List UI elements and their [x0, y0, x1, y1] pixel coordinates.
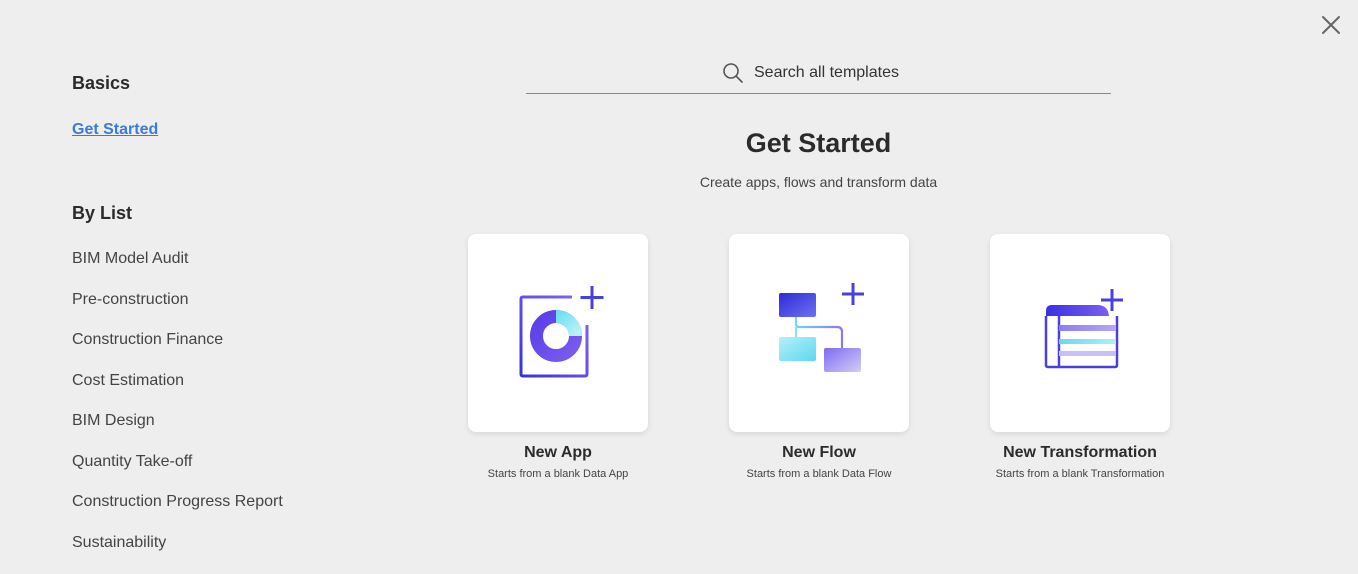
new-transformation-template: New Transformation Starts from a blank T…	[990, 234, 1170, 480]
card-description: Starts from a blank Transformation	[960, 468, 1200, 480]
new-flow-card[interactable]	[729, 234, 909, 432]
sidebar-item-sustainability[interactable]: Sustainability	[72, 534, 283, 574]
close-button[interactable]	[1318, 12, 1344, 38]
search-bar	[526, 56, 1111, 94]
transformation-icon	[1032, 285, 1128, 381]
card-description: Starts from a blank Data App	[438, 468, 678, 480]
new-transformation-card[interactable]	[990, 234, 1170, 432]
card-title: New Transformation	[990, 444, 1170, 462]
search-icon	[722, 62, 744, 89]
sidebar-item-bim-design[interactable]: BIM Design	[72, 412, 283, 453]
card-title: New App	[468, 444, 648, 462]
sidebar-item-pre-construction[interactable]: Pre-construction	[72, 291, 283, 332]
card-description: Starts from a blank Data Flow	[699, 468, 939, 480]
search-input[interactable]	[754, 61, 1094, 85]
new-app-template: New App Starts from a blank Data App	[468, 234, 648, 480]
template-category-list: BIM Model Audit Pre-construction Constru…	[72, 250, 283, 574]
sidebar-item-bim-model-audit[interactable]: BIM Model Audit	[72, 250, 283, 291]
data-flow-icon	[771, 283, 867, 383]
page-title: Get Started	[0, 128, 1358, 159]
by-list-heading: By List	[72, 203, 132, 224]
sidebar-item-construction-progress-report[interactable]: Construction Progress Report	[72, 493, 283, 534]
page-subtitle: Create apps, flows and transform data	[0, 174, 1358, 190]
new-app-card[interactable]	[468, 234, 648, 432]
sidebar-item-cost-estimation[interactable]: Cost Estimation	[72, 372, 283, 413]
sidebar-item-quantity-take-off[interactable]: Quantity Take-off	[72, 453, 283, 494]
new-flow-template: New Flow Starts from a blank Data Flow	[729, 234, 909, 480]
sidebar-item-construction-finance[interactable]: Construction Finance	[72, 331, 283, 372]
card-title: New Flow	[729, 444, 909, 462]
data-app-icon	[510, 281, 606, 385]
basics-heading: Basics	[72, 73, 130, 94]
close-icon	[1318, 12, 1344, 38]
